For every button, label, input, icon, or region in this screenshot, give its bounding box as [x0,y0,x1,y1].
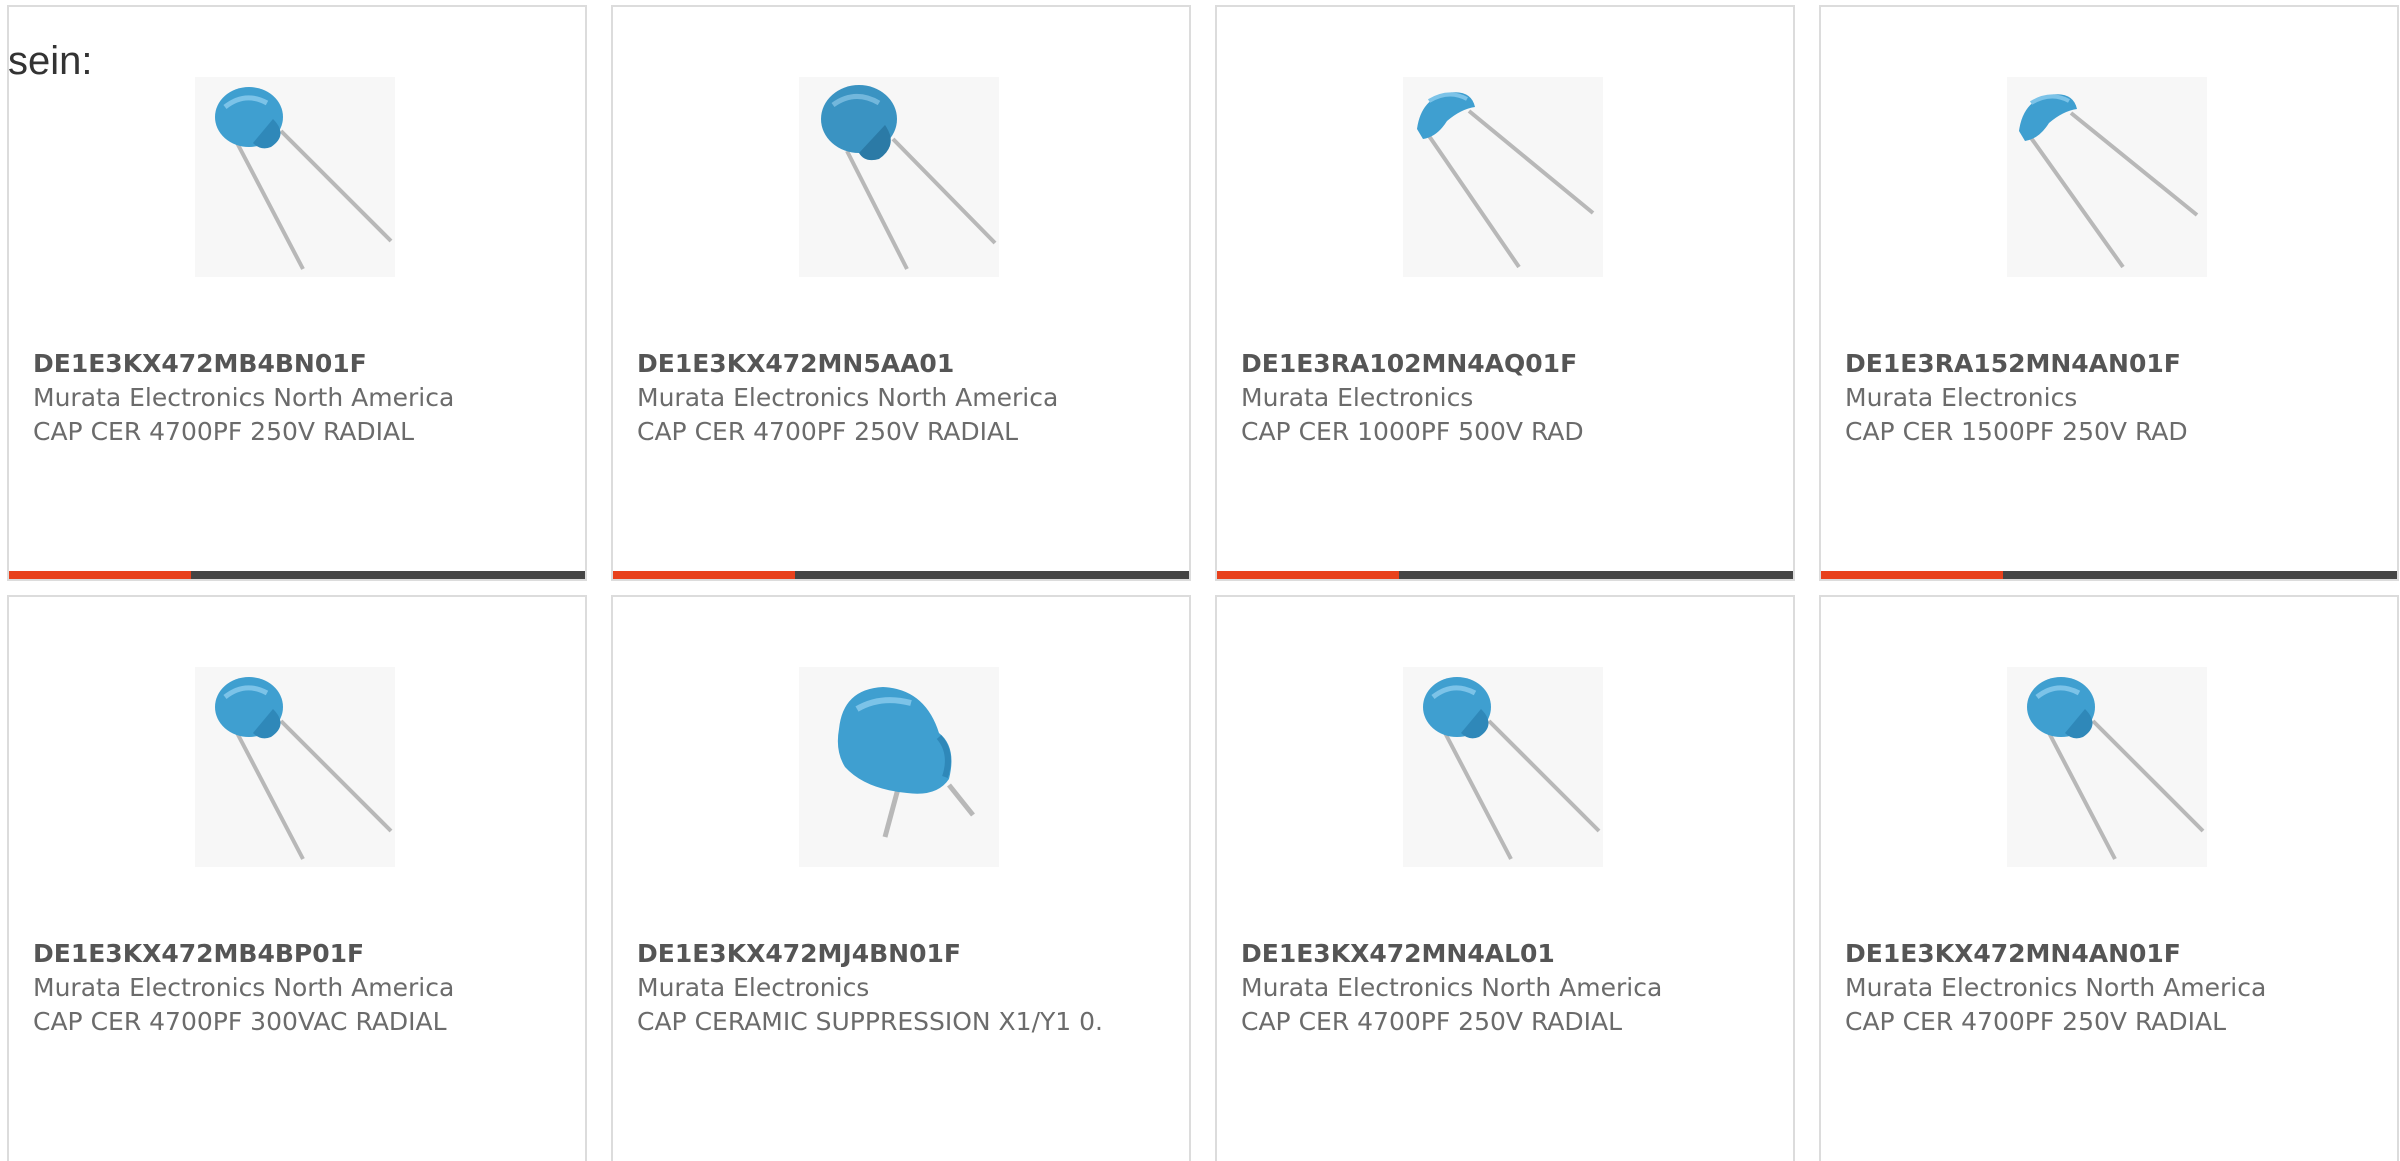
manufacturer-name: Murata Electronics North America [1241,973,1663,1002]
card-status-bar [613,571,1189,579]
product-card[interactable]: DE1E3KX472MN4AL01 Murata Electronics Nor… [1215,595,1795,1161]
card-status-bar-accent [1821,571,2003,579]
capacitor-image[interactable] [1403,77,1603,277]
part-number[interactable]: DE1E3KX472MJ4BN01F [637,937,1165,971]
capacitor-image[interactable] [2007,77,2207,277]
product-info: DE1E3KX472MB4BN01F Murata Electronics No… [33,347,561,449]
product-description: CAP CER 1000PF 500V RAD [1241,417,1584,446]
product-info: DE1E3KX472MN5AA01 Murata Electronics Nor… [637,347,1165,449]
manufacturer-name: Murata Electronics North America [1845,973,2267,1002]
product-card[interactable]: DE1E3RA152MN4AN01F Murata Electronics CA… [1819,5,2399,581]
capacitor-image[interactable] [2007,667,2207,867]
product-description: CAP CER 4700PF 250V RADIAL [33,417,415,446]
card-status-bar-accent [9,571,191,579]
card-status-bar [1217,571,1793,579]
product-description: CAP CER 4700PF 250V RADIAL [637,417,1019,446]
product-description: CAP CER 4700PF 250V RADIAL [1845,1007,2227,1036]
intro-text: sein: [8,39,93,83]
card-status-bar [9,571,585,579]
part-number[interactable]: DE1E3KX472MB4BP01F [33,937,561,971]
part-number[interactable]: DE1E3KX472MB4BN01F [33,347,561,381]
product-description: CAP CERAMIC SUPPRESSION X1/Y1 0. [637,1007,1103,1036]
capacitor-image[interactable] [195,667,395,867]
product-card[interactable]: DE1E3KX472MB4BN01F Murata Electronics No… [7,5,587,581]
product-info: DE1E3RA152MN4AN01F Murata Electronics CA… [1845,347,2373,449]
product-grid-page: sein: DE1E3KX472MB4BN01F Murata Electron… [0,0,2400,1161]
capacitor-image[interactable] [799,77,999,277]
product-info: DE1E3KX472MN4AL01 Murata Electronics Nor… [1241,937,1769,1039]
capacitor-image[interactable] [799,667,999,867]
part-number[interactable]: DE1E3KX472MN4AL01 [1241,937,1769,971]
product-description: CAP CER 1500PF 250V RAD [1845,417,2188,446]
capacitor-image[interactable] [195,77,395,277]
product-card[interactable]: DE1E3RA102MN4AQ01F Murata Electronics CA… [1215,5,1795,581]
part-number[interactable]: DE1E3RA102MN4AQ01F [1241,347,1769,381]
product-info: DE1E3KX472MB4BP01F Murata Electronics No… [33,937,561,1039]
manufacturer-name: Murata Electronics North America [33,973,455,1002]
card-status-bar [1821,571,2397,579]
part-number[interactable]: DE1E3KX472MN4AN01F [1845,937,2373,971]
manufacturer-name: Murata Electronics North America [637,383,1059,412]
product-info: DE1E3RA102MN4AQ01F Murata Electronics CA… [1241,347,1769,449]
capacitor-image[interactable] [1403,667,1603,867]
product-card[interactable]: DE1E3KX472MN5AA01 Murata Electronics Nor… [611,5,1191,581]
manufacturer-name: Murata Electronics [1845,383,2078,412]
product-info: DE1E3KX472MN4AN01F Murata Electronics No… [1845,937,2373,1039]
product-card[interactable]: DE1E3KX472MB4BP01F Murata Electronics No… [7,595,587,1161]
manufacturer-name: Murata Electronics [1241,383,1474,412]
manufacturer-name: Murata Electronics [637,973,870,1002]
card-status-bar-accent [613,571,795,579]
product-card[interactable]: DE1E3KX472MJ4BN01F Murata Electronics CA… [611,595,1191,1161]
product-info: DE1E3KX472MJ4BN01F Murata Electronics CA… [637,937,1165,1039]
part-number[interactable]: DE1E3KX472MN5AA01 [637,347,1165,381]
product-card[interactable]: DE1E3KX472MN4AN01F Murata Electronics No… [1819,595,2399,1161]
manufacturer-name: Murata Electronics North America [33,383,455,412]
card-status-bar-accent [1217,571,1399,579]
part-number[interactable]: DE1E3RA152MN4AN01F [1845,347,2373,381]
product-description: CAP CER 4700PF 250V RADIAL [1241,1007,1623,1036]
product-description: CAP CER 4700PF 300VAC RADIAL [33,1007,447,1036]
